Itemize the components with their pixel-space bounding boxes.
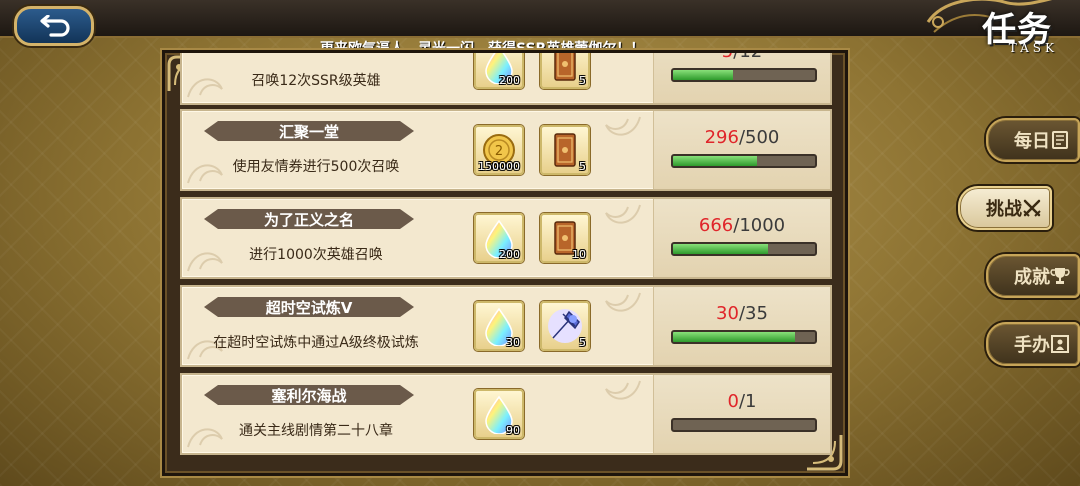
title-box: 任务 TASK — [924, 0, 1074, 70]
task-progress: 5/12 — [653, 50, 830, 103]
progress-target: 12 — [739, 50, 763, 62]
reward-quantity: 5 — [579, 160, 586, 173]
tab-label: 手办 — [1014, 335, 1050, 356]
progress-target: 1000 — [739, 215, 786, 236]
task-row: 召唤12次SSR级英雄 200 5 5/12 — [180, 50, 832, 105]
task-row: 汇聚一堂使用友情券进行500次召唤 2 150000 5 296/500 — [180, 109, 832, 191]
task-description: 进行1000次英雄召唤 — [249, 247, 383, 263]
tab-label: 挑战 — [986, 199, 1022, 220]
return-arrow-icon — [40, 15, 70, 37]
task-progress: 666/1000 — [653, 199, 830, 277]
task-title-banner: 超时空试炼V — [204, 296, 414, 318]
reward-slot[interactable]: 200 — [474, 53, 524, 89]
reward-slot[interactable]: 10 — [540, 213, 590, 263]
tab-label: 成就 — [1014, 267, 1050, 288]
task-description: 召唤12次SSR级英雄 — [251, 73, 381, 89]
notebook-icon — [1052, 131, 1068, 149]
reward-quantity: 200 — [499, 248, 520, 261]
progress-text: 5/12 — [654, 50, 830, 62]
task-progress: 0/1 — [653, 375, 830, 453]
task-info: 为了正义之名进行1000次英雄召唤 200 10 — [182, 199, 650, 277]
figure-box-icon — [1051, 335, 1069, 353]
tab-achievement[interactable]: 成就 — [986, 254, 1080, 298]
task-progress: 296/500 — [653, 111, 830, 189]
task-title: 塞利尔海战 — [271, 387, 347, 405]
progress-target: 35 — [745, 303, 768, 324]
progress-current: 666 — [698, 215, 734, 236]
progress-current: 5 — [721, 50, 734, 62]
top-bar — [0, 0, 1080, 38]
reward-quantity: 90 — [506, 424, 520, 437]
task-list-panel[interactable]: 召唤12次SSR级英雄 200 5 5/12 汇聚一堂 使用友情券进行500次召唤 2 150… — [162, 50, 848, 476]
reward-quantity: 5 — [579, 74, 586, 87]
tab-figure[interactable]: 手办 — [986, 322, 1080, 366]
progress-bar-fill — [673, 244, 768, 254]
task-title-banner: 汇聚一堂 — [204, 120, 414, 142]
progress-text: 666/1000 — [654, 215, 830, 236]
svg-text:2: 2 — [495, 144, 503, 159]
reward-slot[interactable]: 200 — [474, 213, 524, 263]
reward-quantity: 5 — [579, 336, 586, 349]
tab-label: 每日 — [1014, 131, 1050, 152]
reward-slot[interactable]: 5 — [540, 301, 590, 351]
swirl-ornament-icon — [605, 204, 641, 224]
task-title-banner: 为了正义之名 — [204, 208, 414, 230]
task-description: 在超时空试炼中通过A级终极试炼 — [213, 335, 419, 351]
progress-text: 30/35 — [654, 303, 830, 324]
crossed-swords-icon — [1023, 199, 1041, 217]
reward-slot[interactable]: 5 — [540, 53, 590, 89]
progress-bar — [671, 418, 817, 432]
progress-text: 296/500 — [654, 127, 830, 148]
task-row: 为了正义之名进行1000次英雄召唤 200 10 666/1000 — [180, 197, 832, 279]
progress-target: 1 — [745, 391, 757, 412]
progress-text: 0/1 — [654, 391, 830, 412]
swirl-ornament-icon — [605, 380, 641, 400]
progress-target: 500 — [745, 127, 780, 148]
page-subtitle: TASK — [1008, 41, 1058, 55]
reward-quantity: 200 — [499, 74, 520, 87]
swirl-ornament-icon — [602, 50, 642, 59]
progress-bar-fill — [673, 156, 758, 166]
task-info: 召唤12次SSR级英雄 200 5 — [182, 50, 650, 103]
reward-slot[interactable]: 30 — [474, 301, 524, 351]
task-description: 通关主线剧情第二十八章 — [239, 423, 393, 439]
back-button[interactable] — [14, 6, 94, 46]
reward-quantity: 150000 — [478, 160, 520, 173]
progress-bar — [671, 330, 817, 344]
progress-bar — [671, 242, 817, 256]
task-info: 塞利尔海战通关主线剧情第二十八章 90 — [182, 375, 650, 453]
reward-slot[interactable]: 2 150000 — [474, 125, 524, 175]
swirl-ornament-icon — [605, 292, 641, 312]
task-info: 超时空试炼V 在超时空试炼中通过A级终极试炼 30 5 — [182, 287, 650, 365]
reward-slot[interactable]: 90 — [474, 389, 524, 439]
task-description: 使用友情券进行500次召唤 — [232, 159, 400, 175]
task-title: 超时空试炼V — [265, 299, 353, 317]
task-title: 为了正义之名 — [263, 211, 354, 229]
progress-current: 0 — [727, 391, 739, 412]
task-row: 塞利尔海战通关主线剧情第二十八章 90 0/1 — [180, 373, 832, 455]
task-title: 汇聚一堂 — [278, 123, 339, 141]
task-info: 汇聚一堂使用友情券进行500次召唤 2 150000 5 — [182, 111, 650, 189]
trophy-icon — [1050, 268, 1070, 284]
progress-bar-fill — [673, 70, 733, 80]
task-row: 超时空试炼V 在超时空试炼中通过A级终极试炼 30 5 30/35 — [180, 285, 832, 367]
progress-bar — [671, 68, 817, 82]
tab-daily[interactable]: 每日 — [986, 118, 1080, 162]
reward-quantity: 10 — [572, 248, 586, 261]
tab-challenge[interactable]: 挑战 — [958, 186, 1052, 230]
progress-bar — [671, 154, 817, 168]
task-title-banner: 塞利尔海战 — [204, 384, 414, 406]
reward-quantity: 30 — [506, 336, 520, 349]
reward-slot[interactable]: 5 — [540, 125, 590, 175]
progress-bar-fill — [673, 332, 795, 342]
task-progress: 30/35 — [653, 287, 830, 365]
swirl-ornament-icon — [605, 116, 641, 136]
progress-current: 296 — [704, 127, 739, 148]
progress-current: 30 — [716, 303, 739, 324]
